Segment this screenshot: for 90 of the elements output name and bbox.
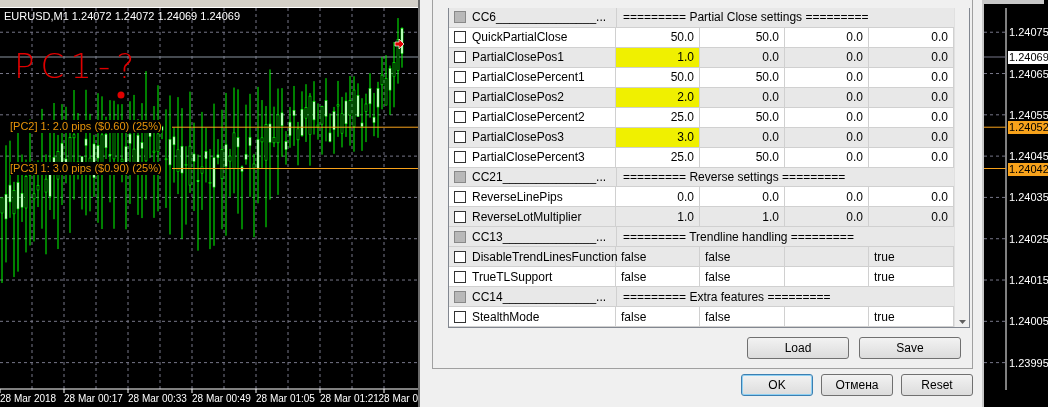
- price-label: 1.24069: [1008, 51, 1048, 64]
- time-label: 28 Mar 2018: [0, 392, 57, 405]
- start-cell[interactable]: 1.0: [700, 207, 785, 227]
- checkbox[interactable]: [454, 111, 466, 124]
- price-label: 1.24005: [1008, 315, 1048, 329]
- checkbox[interactable]: [454, 210, 466, 223]
- checkbox[interactable]: [454, 250, 466, 263]
- scroll-down-icon[interactable]: [958, 320, 966, 324]
- scrollbar[interactable]: [954, 8, 969, 327]
- step-cell[interactable]: 0.0: [785, 47, 869, 67]
- start-cell[interactable]: 0.0: [700, 127, 785, 147]
- dialog-button[interactable]: OK: [741, 374, 813, 396]
- parameter-name: PartialClosePos1: [449, 47, 616, 67]
- value-cell[interactable]: 25.0: [616, 147, 700, 167]
- time-label: 28 Mar 00:33: [128, 392, 187, 405]
- group-name: CC6_______________...: [449, 8, 616, 27]
- price-label: 1.24045: [1008, 150, 1048, 164]
- price-label: 1.24075: [1008, 26, 1048, 40]
- start-cell[interactable]: false: [700, 247, 785, 267]
- start-cell[interactable]: false: [700, 307, 785, 326]
- price-label: 1.24015: [1008, 274, 1048, 287]
- group-name: CC21______________...: [449, 167, 616, 187]
- step-cell[interactable]: 0.0: [785, 87, 869, 107]
- file-button[interactable]: Load: [747, 337, 849, 359]
- parameter-name: PartialClosePercent2: [449, 107, 616, 127]
- start-cell[interactable]: 0.0: [700, 87, 785, 107]
- price-label: 1.24025: [1008, 232, 1048, 246]
- checkbox[interactable]: [454, 131, 466, 144]
- start-cell[interactable]: 50.0: [700, 107, 785, 127]
- checkbox[interactable]: [454, 91, 466, 104]
- marker-icon: [117, 91, 125, 99]
- arrow-icon: [394, 38, 405, 50]
- step-cell[interactable]: 0.0: [785, 187, 869, 207]
- step-cell[interactable]: 0.0: [785, 107, 869, 127]
- level-label: [PC2] 1: 2.0 pips ($0.60) (25%): [10, 120, 162, 134]
- parameter-name: TrueTLSupport: [449, 267, 616, 287]
- step-cell[interactable]: 0.0: [785, 127, 869, 147]
- file-button[interactable]: Save: [859, 337, 961, 359]
- checkbox[interactable]: [454, 51, 466, 64]
- step-cell[interactable]: 0.0: [785, 147, 869, 167]
- step-cell[interactable]: 0.0: [785, 207, 869, 227]
- start-cell[interactable]: 50.0: [700, 27, 785, 47]
- dialog-button[interactable]: Отмена: [821, 374, 893, 396]
- start-cell[interactable]: 0.0: [700, 187, 785, 207]
- parameter-name: DisableTrendLinesFunction: [449, 247, 616, 267]
- checkbox[interactable]: [454, 151, 466, 164]
- group-name: CC14______________...: [449, 287, 616, 307]
- checkbox[interactable]: [454, 270, 466, 283]
- checkbox[interactable]: [454, 310, 466, 323]
- step-cell[interactable]: 0.0: [785, 27, 869, 47]
- price-label: 1.24042: [1008, 162, 1048, 176]
- checkbox[interactable]: [454, 71, 466, 84]
- parameter-name: ReverseLotMultiplier: [449, 207, 616, 227]
- checkbox[interactable]: [454, 190, 466, 203]
- value-cell[interactable]: 1.0: [616, 207, 700, 227]
- value-cell[interactable]: 50.0: [616, 67, 700, 87]
- step-cell[interactable]: 0.0: [785, 67, 869, 87]
- time-label: 28 Mar 00:17: [64, 392, 123, 405]
- group-name: CC13______________...: [449, 227, 616, 247]
- price-label: 1.24035: [1008, 191, 1048, 205]
- start-cell[interactable]: 0.0: [700, 47, 785, 67]
- time-label: 28 Mar 0: [378, 392, 418, 405]
- parameter-name: PartialClosePos2: [449, 87, 616, 107]
- symbol-info: EURUSD,M1 1.24072 1.24072 1.24069 1.24069: [4, 10, 241, 23]
- start-cell[interactable]: false: [700, 267, 785, 287]
- level-label: [PC3] 1: 3.0 pips ($0.90) (25%): [10, 161, 162, 175]
- price-label: 1.24065: [1008, 67, 1048, 81]
- parameter-name: PartialClosePercent3: [449, 147, 616, 167]
- value-cell[interactable]: 50.0: [616, 27, 700, 47]
- value-cell[interactable]: 25.0: [616, 107, 700, 127]
- parameter-name: PartialClosePercent1: [449, 67, 616, 87]
- time-label: 28 Mar 00:49: [192, 392, 251, 405]
- value-cell[interactable]: false: [616, 267, 700, 287]
- price-label: 1.24055: [1008, 108, 1048, 122]
- handwritten-note: PC1-?: [14, 46, 141, 86]
- start-cell[interactable]: 50.0: [700, 147, 785, 167]
- value-cell[interactable]: false: [616, 307, 700, 326]
- parameter-name: ReverseLinePips: [449, 187, 616, 207]
- parameter-name: StealthMode: [449, 307, 616, 326]
- checkbox[interactable]: [454, 31, 466, 44]
- start-cell[interactable]: 50.0: [700, 67, 785, 87]
- dialog-button[interactable]: Reset: [901, 374, 973, 396]
- value-cell[interactable]: false: [616, 247, 700, 267]
- price-label: 1.24052: [1008, 121, 1048, 135]
- value-cell[interactable]: 0.0: [616, 187, 700, 207]
- parameter-name: PartialClosePos3: [449, 127, 616, 147]
- price-label: 1.23995: [1008, 356, 1048, 370]
- parameter-name: QuickPartialClose: [449, 27, 616, 47]
- time-label: 28 Mar 01:21: [320, 392, 379, 405]
- time-label: 28 Mar 01:05: [256, 392, 315, 405]
